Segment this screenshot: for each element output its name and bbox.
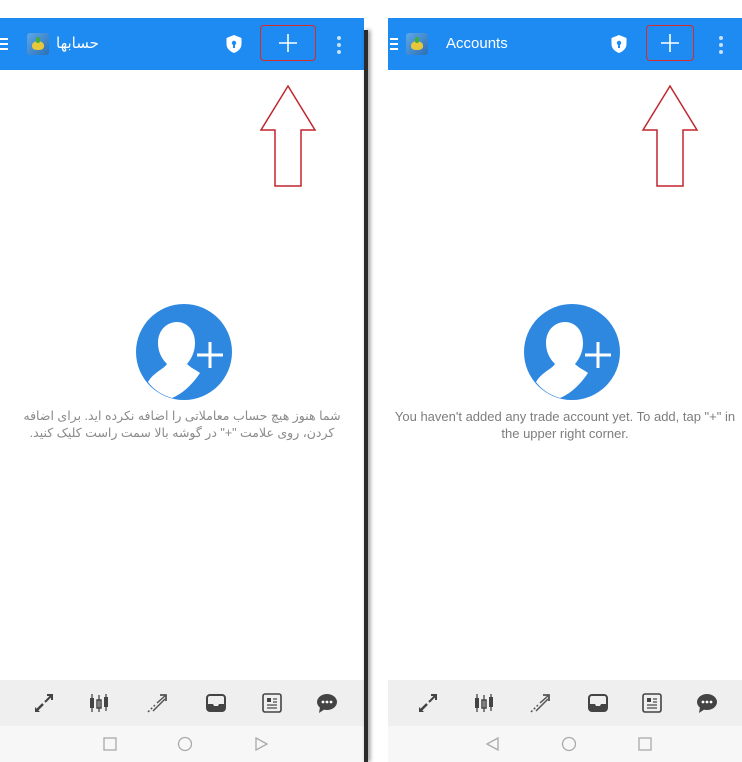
system-navigation-bar — [388, 726, 742, 762]
quotes-icon[interactable] — [32, 691, 56, 715]
chart-icon[interactable] — [87, 691, 111, 715]
circle-icon[interactable] — [561, 736, 577, 752]
empty-state-message: You haven't added any trade account yet.… — [394, 409, 736, 441]
empty-state-message: شما هنوز هیچ حساب معاملاتی را اضافه نکرد… — [23, 409, 341, 440]
add-account-button[interactable] — [646, 25, 694, 61]
square-icon[interactable] — [637, 736, 653, 752]
hamburger-menu-icon[interactable] — [390, 38, 398, 51]
screenshot-divider — [364, 30, 368, 762]
overflow-menu-icon[interactable] — [337, 36, 341, 54]
trade-icon[interactable] — [145, 691, 169, 715]
app-logo — [27, 33, 49, 55]
screen-farsi: حسابها شما هنوز هیچ حساب معاملاتی را اضا… — [0, 18, 364, 762]
history-icon[interactable] — [204, 691, 228, 715]
plus-icon — [279, 34, 297, 52]
circle-icon[interactable] — [177, 736, 193, 752]
system-navigation-bar — [0, 726, 364, 762]
triangle-left-icon[interactable] — [485, 736, 501, 752]
shield-icon[interactable] — [225, 34, 243, 54]
news-icon[interactable] — [260, 691, 284, 715]
chat-icon[interactable] — [695, 691, 719, 715]
history-icon[interactable] — [586, 691, 610, 715]
red-up-arrow — [641, 84, 699, 187]
news-icon[interactable] — [640, 691, 664, 715]
chat-icon[interactable] — [315, 691, 339, 715]
add-account-illustration — [524, 304, 620, 400]
trade-icon[interactable] — [528, 691, 552, 715]
shield-icon[interactable] — [610, 34, 628, 54]
app-logo — [406, 33, 428, 55]
page-title: حسابها — [56, 35, 99, 52]
chart-icon[interactable] — [472, 691, 496, 715]
square-icon[interactable] — [102, 736, 118, 752]
quotes-icon[interactable] — [416, 691, 440, 715]
add-account-illustration — [136, 304, 232, 400]
add-account-button[interactable] — [260, 25, 316, 61]
overflow-menu-icon[interactable] — [719, 36, 723, 54]
screen-english: Accounts You haven't added any trade acc… — [388, 18, 742, 762]
bottom-navigation — [0, 680, 364, 726]
hamburger-menu-icon[interactable] — [0, 38, 8, 51]
toolbar: Accounts — [388, 18, 742, 70]
triangle-right-icon[interactable] — [253, 736, 269, 752]
plus-icon — [661, 34, 679, 52]
page-title: Accounts — [446, 35, 508, 52]
bottom-navigation — [388, 680, 742, 726]
red-up-arrow — [259, 84, 317, 187]
toolbar: حسابها — [0, 18, 364, 70]
